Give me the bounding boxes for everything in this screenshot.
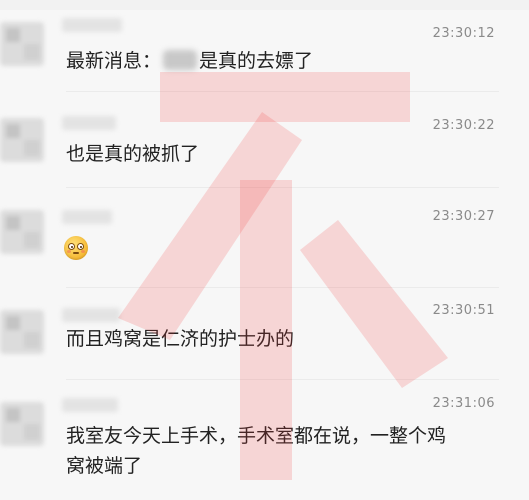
flushed-face-emoji[interactable]	[64, 236, 88, 260]
emoji-left-eye	[68, 243, 75, 250]
chat-message[interactable]: 23:31:06 我室友今天上手术，手术室都在说，一整个鸡 窝被端了	[0, 380, 529, 500]
emoji-left-cheek	[67, 250, 71, 253]
chat-log: 23:30:12 最新消息： 是真的去嫖了 23:30:22 也是真的被抓了 23…	[0, 0, 529, 500]
chat-message[interactable]: 23:30:12 最新消息： 是真的去嫖了	[0, 0, 529, 92]
redacted-name	[163, 50, 198, 70]
sender-name-blurred	[62, 18, 122, 32]
sender-name-blurred	[62, 116, 116, 130]
emoji-mouth	[73, 252, 79, 254]
avatar[interactable]	[0, 210, 44, 254]
message-text[interactable]: 最新消息： 是真的去嫖了	[66, 46, 506, 76]
emoji-right-cheek	[81, 250, 85, 253]
sender-name-blurred	[62, 210, 112, 224]
avatar[interactable]	[0, 22, 44, 66]
message-text-line: 我室友今天上手术，手术室都在说，一整个鸡	[66, 425, 447, 447]
chat-message[interactable]: 23:30:27	[0, 188, 529, 288]
message-timestamp: 23:30:22	[432, 118, 495, 133]
message-text[interactable]: 而且鸡窝是仁济的护士办的	[66, 324, 506, 354]
avatar[interactable]	[0, 118, 44, 162]
message-timestamp: 23:30:51	[432, 303, 495, 318]
message-text-suffix: 是真的去嫖了	[199, 50, 314, 72]
message-timestamp: 23:31:06	[432, 396, 495, 411]
message-text[interactable]: 也是真的被抓了	[66, 139, 506, 169]
message-text-prefix: 最新消息：	[66, 50, 162, 72]
emoji-right-eye	[77, 243, 84, 250]
message-text-line: 窝被端了	[66, 455, 143, 477]
chat-message[interactable]: 23:30:22 也是真的被抓了	[0, 92, 529, 188]
message-timestamp: 23:30:27	[432, 209, 495, 224]
message-text[interactable]: 我室友今天上手术，手术室都在说，一整个鸡 窝被端了	[66, 421, 506, 481]
avatar[interactable]	[0, 310, 44, 354]
avatar[interactable]	[0, 402, 44, 446]
chat-message[interactable]: 23:30:51 而且鸡窝是仁济的护士办的	[0, 288, 529, 380]
message-timestamp: 23:30:12	[432, 26, 495, 41]
sender-name-blurred	[62, 308, 120, 322]
sender-name-blurred	[62, 398, 118, 412]
